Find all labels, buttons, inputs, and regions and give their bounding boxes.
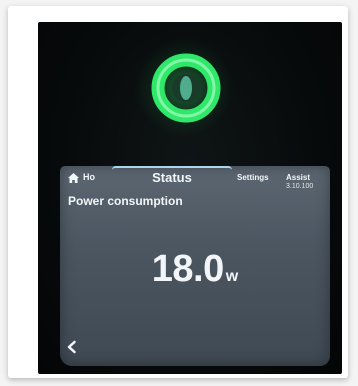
status-ring-icon [151,53,221,123]
back-icon[interactable] [66,340,78,354]
device-panel: Ho Status Settings Assist 3.10.100 Power… [38,22,342,374]
tab-status[interactable]: Status [112,166,232,188]
display-screen: Ho Status Settings Assist 3.10.100 Power… [60,166,330,366]
photo-frame: Ho Status Settings Assist 3.10.100 Power… [8,6,348,378]
power-reading: 18.0 w [60,248,330,291]
version-label: 3.10.100 [286,183,314,190]
tab-assist[interactable]: Assist [286,173,310,182]
power-unit: w [225,268,239,285]
home-label[interactable]: Ho [83,172,95,182]
power-value: 18.0 [151,248,224,290]
tab-settings[interactable]: Settings [237,173,269,182]
page-title: Power consumption [68,194,183,208]
home-icon[interactable] [67,172,80,184]
